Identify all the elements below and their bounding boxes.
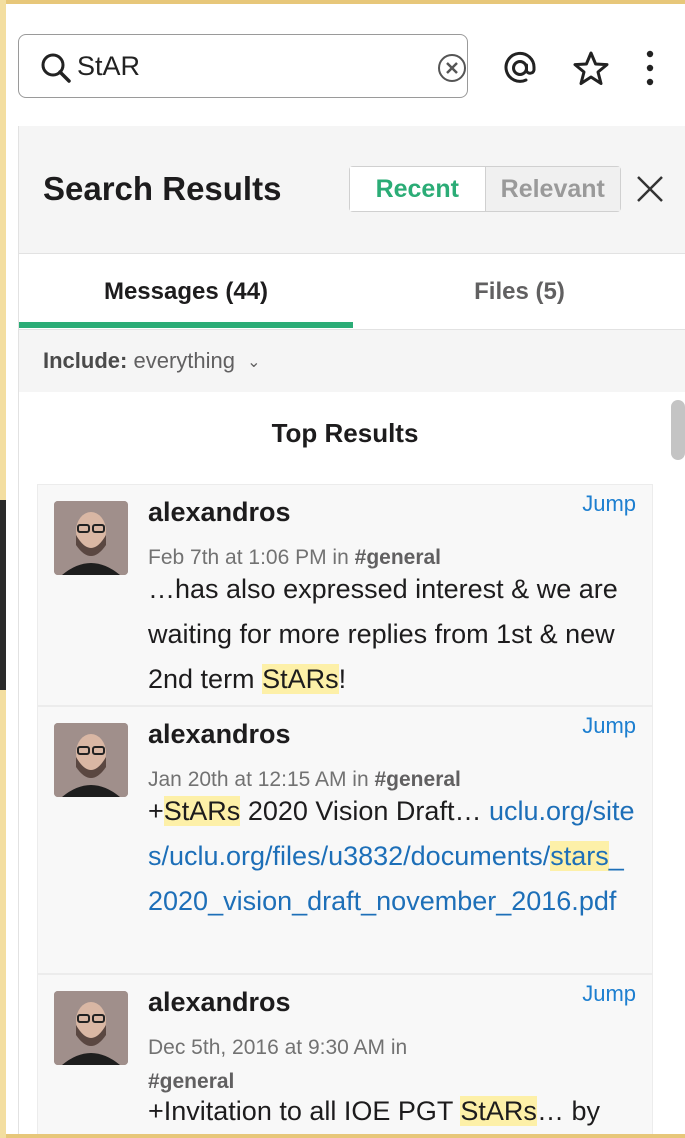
panel-title: Search Results [43,170,282,207]
message-author[interactable]: alexandros [148,719,291,750]
filter-value: everything [133,348,235,373]
search-input[interactable] [77,47,417,85]
include-filter[interactable]: Include: everything ⌄ [43,348,261,374]
jump-link[interactable]: Jump [582,713,636,739]
search-box[interactable] [18,34,468,98]
avatar [54,991,128,1065]
search-highlight: StARs [460,1096,537,1126]
message-text-part: ! [338,664,347,694]
message-text: +StARs 2020 Vision Draft… uclu.org/sites… [148,789,638,924]
tab-messages[interactable]: Messages (44) [19,254,353,330]
sort-relevant-button[interactable]: Relevant [485,167,620,211]
search-result-card[interactable]: alexandros Jump Feb 7th at 1:06 PM in #g… [37,484,653,706]
mentions-icon[interactable] [500,48,540,88]
avatar [54,501,128,575]
tab-files[interactable]: Files (5) [353,254,685,330]
message-text-part: …has also expressed interest & we are wa… [148,574,618,694]
message-text-part: +Invitation to all IOE PGT [148,1096,461,1126]
filter-label: Include: [43,348,128,373]
message-timestamp: Jan 20th at 12:15 AM in [148,768,369,791]
search-result-card[interactable]: alexandros Jump Jan 20th at 12:15 AM in … [37,706,653,974]
message-text-part: + [148,796,164,826]
message-author[interactable]: alexandros [148,497,291,528]
results-list[interactable]: Top Results alexandros Jump Feb 7th at 1… [19,392,685,1134]
message-text: …has also expressed interest & we are wa… [148,567,638,702]
message-timestamp: Dec 5th, 2016 at 9:30 AM in [148,1036,408,1059]
panel-header: Search Results Recent Relevant [19,126,685,254]
message-text-part: … by [536,1096,600,1126]
jump-link[interactable]: Jump [582,491,636,517]
message-author[interactable]: alexandros [148,987,291,1018]
avatar [54,723,128,797]
search-icon [41,53,71,83]
search-highlight: StARs [163,796,241,826]
scrollbar-thumb[interactable] [671,400,685,460]
top-results-heading: Top Results [271,418,419,448]
search-highlight: stars [550,841,609,871]
chevron-down-icon: ⌄ [247,354,261,372]
clear-search-icon[interactable] [437,53,467,83]
active-tab-indicator [19,322,353,328]
search-results-panel: Search Results Recent Relevant Messages … [18,126,685,1134]
star-icon[interactable] [572,50,610,88]
top-bar [6,4,685,126]
channel-link[interactable]: #general [375,768,461,791]
sort-recent-button[interactable]: Recent [350,167,486,211]
search-window: Search Results Recent Relevant Messages … [6,4,685,1134]
message-text-part: 2020 Vision Draft… [240,796,489,826]
more-options-icon[interactable] [644,50,656,86]
channel-link[interactable]: #general [355,546,441,569]
message-text: +Invitation to all IOE PGT StARs… by [148,1089,638,1134]
jump-link[interactable]: Jump [582,981,636,1007]
sort-toggle: Recent Relevant [349,166,621,212]
search-highlight: StARs [262,664,339,694]
search-result-card[interactable]: alexandros Jump Dec 5th, 2016 at 9:30 AM… [37,974,653,1134]
results-tabs: Messages (44) Files (5) [19,254,685,330]
close-icon[interactable] [635,174,665,204]
message-timestamp: Feb 7th at 1:06 PM in [148,546,349,569]
